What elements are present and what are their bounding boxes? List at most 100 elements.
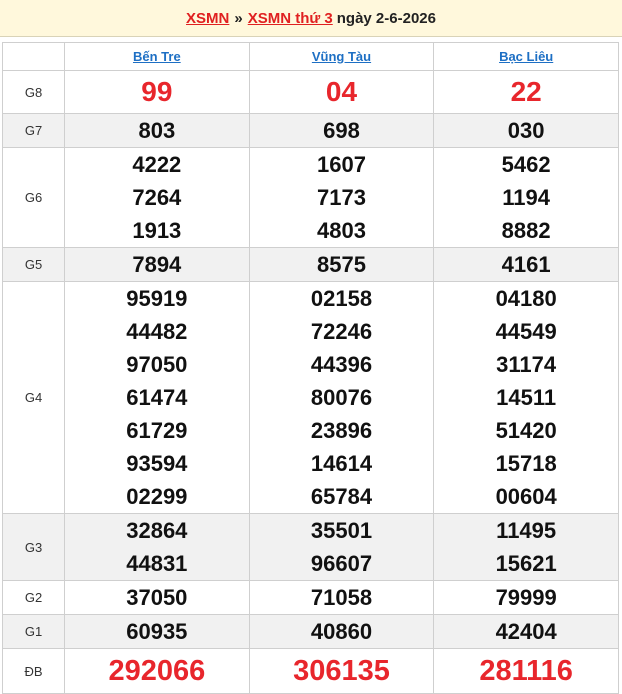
result-number: 5462 bbox=[501, 152, 551, 177]
prize-row-g7: G7 803 698 030 bbox=[2, 113, 619, 148]
prize-label: G8 bbox=[2, 70, 65, 114]
result-number: 71058 bbox=[310, 585, 373, 610]
result-cell: 60935 bbox=[64, 614, 250, 649]
prize-row-g3: G3 32864 44831 35501 96607 11495 15621 bbox=[2, 513, 619, 581]
result-number: 44396 bbox=[310, 352, 373, 377]
result-cell: 37050 bbox=[64, 580, 250, 615]
special-prize-number: 306135 bbox=[293, 655, 390, 687]
result-number: 02158 bbox=[310, 286, 373, 311]
result-cell: 22 bbox=[433, 70, 619, 114]
prize-label: G2 bbox=[2, 580, 65, 615]
result-cell: 281116 bbox=[433, 648, 619, 694]
result-number: 04180 bbox=[495, 286, 557, 311]
result-number: 44482 bbox=[126, 319, 188, 344]
result-cell: 4222 7264 1913 bbox=[64, 147, 250, 248]
prize-label: ĐB bbox=[2, 648, 65, 694]
result-cell: 11495 15621 bbox=[433, 513, 619, 581]
result-cell: 030 bbox=[433, 113, 619, 148]
result-cell: 95919 44482 97050 61474 61729 93594 0229… bbox=[64, 281, 250, 514]
result-number: 93594 bbox=[126, 451, 188, 476]
province-vung-tau[interactable]: Vũng Tàu bbox=[248, 42, 435, 71]
result-number: 32864 bbox=[126, 518, 188, 543]
result-cell: 04180 44549 31174 14511 51420 15718 0060… bbox=[433, 281, 619, 514]
prize-row-special: ĐB 292066 306135 281116 bbox=[2, 648, 619, 694]
prize-label: G1 bbox=[2, 614, 65, 649]
result-cell: 42404 bbox=[433, 614, 619, 649]
page-header: XSMN » XSMN thứ 3 ngày 2-6-2026 bbox=[0, 0, 622, 37]
result-number: 14614 bbox=[310, 451, 373, 476]
result-cell: 5462 1194 8882 bbox=[433, 147, 619, 248]
prize-row-g2: G2 37050 71058 79999 bbox=[2, 580, 619, 615]
xsmn-link[interactable]: XSMN bbox=[186, 10, 229, 27]
corner-cell bbox=[2, 42, 65, 71]
prize-row-g1: G1 60935 40860 42404 bbox=[2, 614, 619, 649]
results-table: Bến Tre Vũng Tàu Bạc Liêu G8 99 04 22 G7… bbox=[2, 42, 619, 694]
result-number: 7173 bbox=[317, 185, 366, 210]
result-number: 35501 bbox=[310, 518, 373, 543]
province-bac-lieu[interactable]: Bạc Liêu bbox=[433, 42, 619, 71]
prize-row-g5: G5 7894 8575 4161 bbox=[2, 247, 619, 282]
result-number: 02299 bbox=[126, 484, 188, 509]
result-number: 37050 bbox=[126, 585, 188, 610]
result-number: 1194 bbox=[502, 185, 551, 210]
result-number: 97050 bbox=[126, 352, 188, 377]
result-number: 803 bbox=[138, 118, 176, 143]
result-cell: 292066 bbox=[64, 648, 250, 694]
result-number: 8575 bbox=[317, 252, 366, 277]
result-number: 44549 bbox=[495, 319, 557, 344]
result-cell: 40860 bbox=[248, 614, 435, 649]
result-number: 8882 bbox=[501, 218, 551, 243]
result-number: 99 bbox=[141, 76, 173, 107]
result-cell: 7894 bbox=[64, 247, 250, 282]
result-cell: 8575 bbox=[248, 247, 435, 282]
result-number: 72246 bbox=[310, 319, 373, 344]
result-cell: 04 bbox=[248, 70, 435, 114]
result-number: 698 bbox=[323, 118, 360, 143]
xsmn-thu3-link[interactable]: XSMN thứ 3 bbox=[248, 10, 333, 27]
result-number: 23896 bbox=[310, 418, 373, 443]
result-number: 51420 bbox=[495, 418, 557, 443]
result-number: 22 bbox=[510, 76, 542, 107]
prize-label: G6 bbox=[2, 147, 65, 248]
result-number: 14511 bbox=[496, 385, 557, 410]
result-cell: 79999 bbox=[433, 580, 619, 615]
result-cell: 32864 44831 bbox=[64, 513, 250, 581]
result-cell: 1607 7173 4803 bbox=[248, 147, 435, 248]
result-number: 7264 bbox=[132, 185, 182, 210]
prize-row-g4: G4 95919 44482 97050 61474 61729 93594 0… bbox=[2, 281, 619, 514]
result-cell: 803 bbox=[64, 113, 250, 148]
result-number: 95919 bbox=[126, 286, 188, 311]
result-number: 31174 bbox=[496, 352, 557, 377]
prize-label: G5 bbox=[2, 247, 65, 282]
result-cell: 35501 96607 bbox=[248, 513, 435, 581]
province-header-row: Bến Tre Vũng Tàu Bạc Liêu bbox=[2, 42, 619, 71]
result-number: 61474 bbox=[126, 385, 188, 410]
special-prize-number: 281116 bbox=[479, 655, 573, 687]
result-number: 96607 bbox=[310, 551, 373, 576]
result-number: 04 bbox=[325, 76, 358, 107]
result-cell: 02158 72246 44396 80076 23896 14614 6578… bbox=[248, 281, 435, 514]
result-number: 4222 bbox=[132, 152, 182, 177]
result-number: 15621 bbox=[495, 551, 557, 576]
prize-row-g8: G8 99 04 22 bbox=[2, 70, 619, 114]
result-number: 61729 bbox=[126, 418, 188, 443]
prize-label: G7 bbox=[2, 113, 65, 148]
result-number: 1607 bbox=[317, 152, 366, 177]
prize-row-g6: G6 4222 7264 1913 1607 7173 4803 5462 11… bbox=[2, 147, 619, 248]
result-cell: 698 bbox=[248, 113, 435, 148]
result-number: 4803 bbox=[317, 218, 366, 243]
prize-label: G4 bbox=[2, 281, 65, 514]
result-cell: 71058 bbox=[248, 580, 435, 615]
result-number: 79999 bbox=[495, 585, 557, 610]
draw-date: ngày 2-6-2026 bbox=[336, 9, 436, 27]
prize-label: G3 bbox=[2, 513, 65, 581]
result-number: 65784 bbox=[310, 484, 373, 509]
special-prize-number: 292066 bbox=[108, 655, 206, 687]
result-number: 4161 bbox=[501, 252, 551, 277]
result-number: 80076 bbox=[310, 385, 373, 410]
result-cell: 306135 bbox=[248, 648, 435, 694]
result-number: 44831 bbox=[126, 551, 188, 576]
result-number: 40860 bbox=[310, 619, 373, 644]
province-ben-tre[interactable]: Bến Tre bbox=[64, 42, 250, 71]
result-number: 42404 bbox=[495, 619, 557, 644]
